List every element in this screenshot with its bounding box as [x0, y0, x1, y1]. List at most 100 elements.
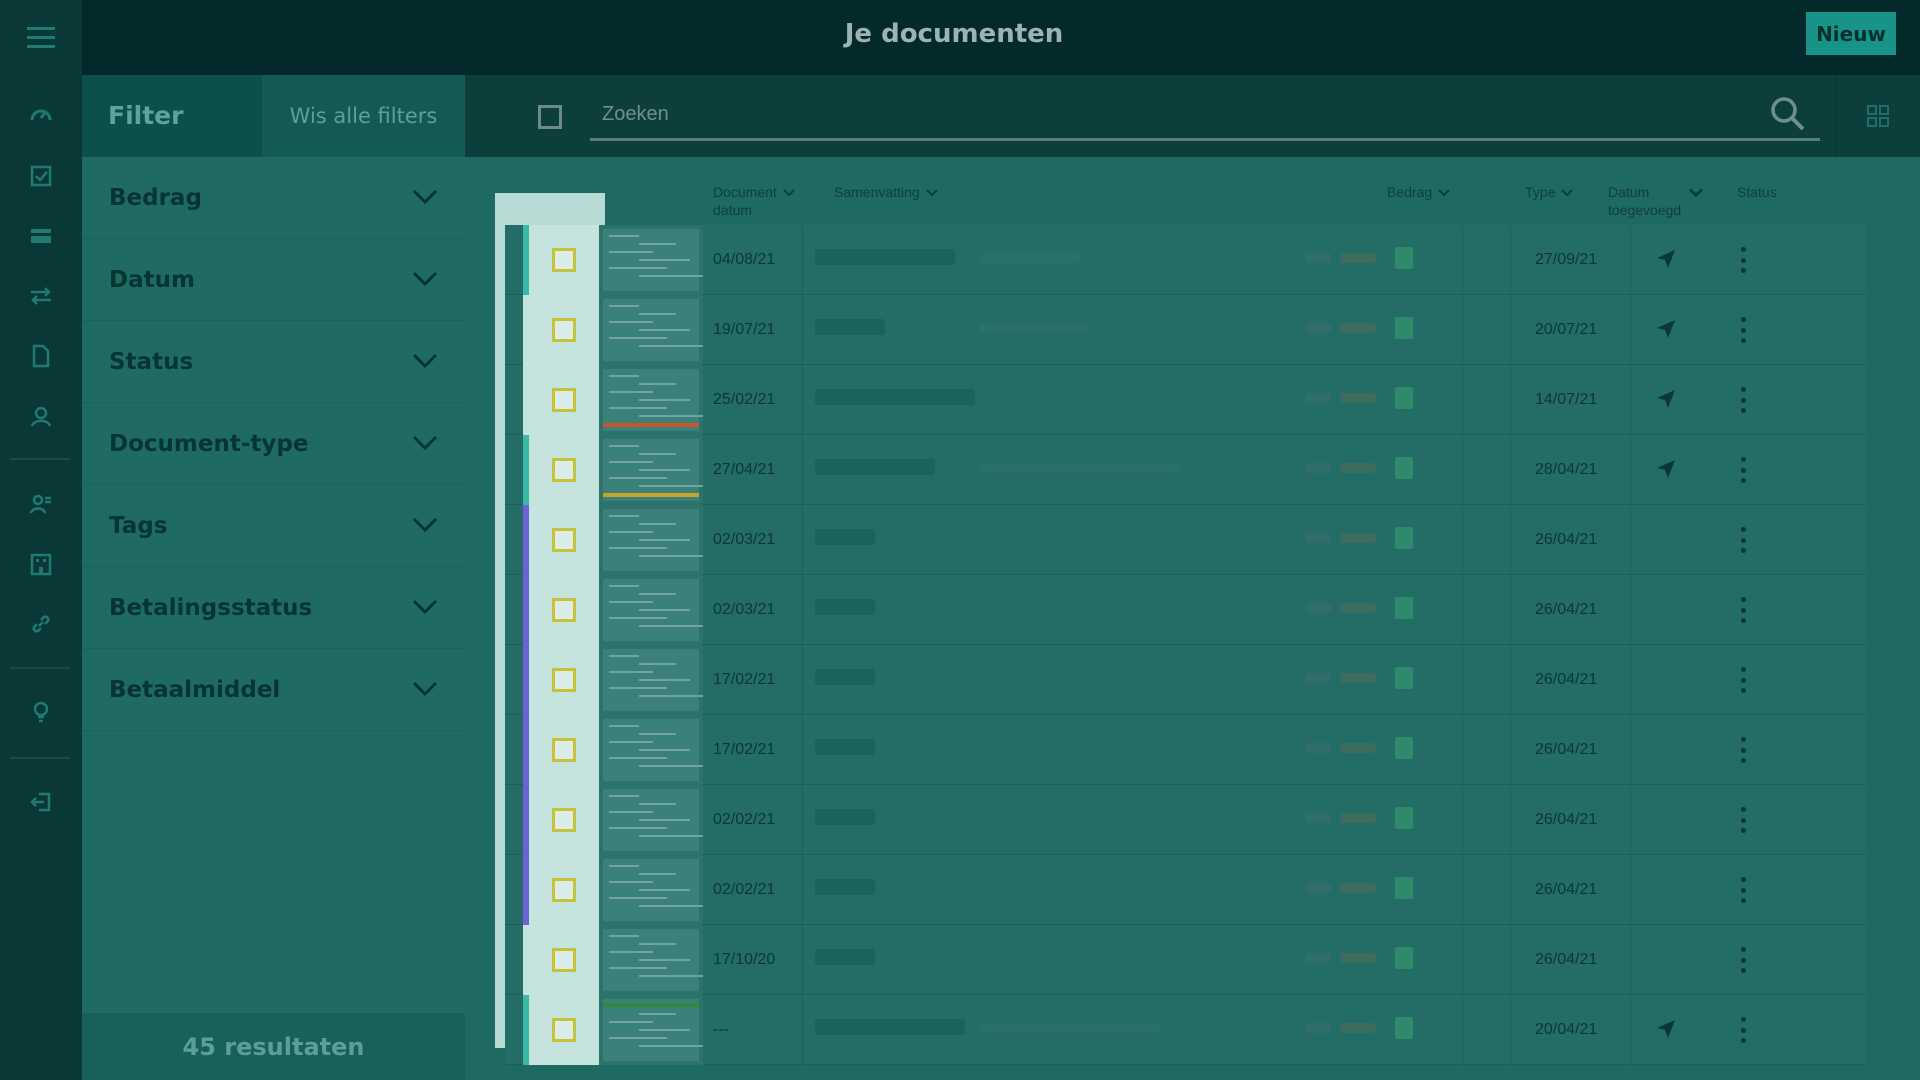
row-checkbox[interactable]	[552, 1018, 576, 1042]
table-row[interactable]: 17/02/21 26/04/21	[505, 715, 1866, 785]
document-thumbnail[interactable]	[599, 435, 703, 505]
amount-redacted	[1305, 743, 1331, 753]
more-options-icon[interactable]	[1733, 667, 1753, 693]
nav-integrations[interactable]	[26, 609, 56, 639]
amount-redacted	[1340, 463, 1376, 473]
thumbnail-color-bar	[603, 423, 699, 427]
column-divider	[1630, 645, 1631, 715]
filter-item-status[interactable]: Status	[82, 321, 465, 403]
table-row[interactable]: 02/03/21 26/04/21	[505, 505, 1866, 575]
nav-users[interactable]	[26, 489, 56, 519]
document-thumbnail[interactable]	[599, 575, 703, 645]
more-options-icon[interactable]	[1733, 947, 1753, 973]
select-all-checkbox[interactable]	[538, 105, 562, 129]
nav-dashboard[interactable]	[26, 100, 56, 130]
column-divider	[1462, 575, 1463, 645]
more-options-icon[interactable]	[1733, 457, 1753, 483]
row-checkbox[interactable]	[552, 318, 576, 342]
more-options-icon[interactable]	[1733, 1017, 1753, 1043]
more-options-icon[interactable]	[1733, 247, 1753, 273]
document-thumbnail[interactable]	[599, 645, 703, 715]
date-added: 28/04/21	[1535, 461, 1598, 478]
thumbnail-line	[639, 555, 703, 557]
more-options-icon[interactable]	[1733, 527, 1753, 553]
amount-redacted	[1340, 743, 1376, 753]
date-added: 26/04/21	[1535, 601, 1598, 618]
more-options-icon[interactable]	[1733, 597, 1753, 623]
table-row[interactable]: 17/02/21 26/04/21	[505, 645, 1866, 715]
search-input[interactable]	[590, 91, 1820, 141]
search-icon[interactable]	[1768, 94, 1808, 134]
row-checkbox[interactable]	[552, 948, 576, 972]
column-divider	[1510, 995, 1511, 1065]
column-divider	[1630, 995, 1631, 1065]
more-options-icon[interactable]	[1733, 317, 1753, 343]
table-row[interactable]: --- 20/04/21	[505, 995, 1866, 1065]
row-checkbox[interactable]	[552, 808, 576, 832]
table-row[interactable]: 02/03/21 26/04/21	[505, 575, 1866, 645]
row-checkbox[interactable]	[552, 248, 576, 272]
row-checkbox[interactable]	[552, 458, 576, 482]
grid-view-button[interactable]	[1835, 75, 1920, 157]
row-checkbox[interactable]	[552, 668, 576, 692]
row-checkbox[interactable]	[552, 878, 576, 902]
date-added: 20/07/21	[1535, 321, 1598, 338]
column-header-status[interactable]: Status	[1737, 183, 1777, 201]
clear-filters-button[interactable]: Wis alle filters	[262, 75, 465, 157]
row-checkbox[interactable]	[552, 388, 576, 412]
nav-tips[interactable]	[26, 697, 56, 727]
column-header-type[interactable]: Type	[1525, 183, 1574, 201]
nav-transfers[interactable]	[26, 281, 56, 311]
nav-documents[interactable]	[26, 341, 56, 371]
filter-item-datum[interactable]: Datum	[82, 239, 465, 321]
document-thumbnail[interactable]	[599, 295, 703, 365]
column-header-document-date[interactable]: Document datum	[713, 183, 795, 219]
row-checkbox[interactable]	[552, 528, 576, 552]
new-document-button[interactable]: Nieuw	[1806, 12, 1896, 55]
nav-tasks[interactable]	[26, 161, 56, 191]
document-thumbnail[interactable]	[599, 365, 703, 435]
document-thumbnail[interactable]	[599, 505, 703, 575]
filter-item-betalingsstatus[interactable]: Betalingsstatus	[82, 567, 465, 649]
filter-item-betaalmiddel[interactable]: Betaalmiddel	[82, 649, 465, 731]
lightbulb-icon	[33, 701, 49, 723]
thumbnail-line	[639, 873, 676, 875]
summary-redacted	[815, 669, 875, 685]
more-options-icon[interactable]	[1733, 807, 1753, 833]
table-row[interactable]: 25/02/21 14/07/21	[505, 365, 1866, 435]
date-added: 26/04/21	[1535, 951, 1598, 968]
table-row[interactable]: 27/04/21 28/04/21	[505, 435, 1866, 505]
thumbnail-line	[609, 585, 639, 587]
column-header-amount[interactable]: Bedrag	[1387, 183, 1450, 201]
document-thumbnail[interactable]	[599, 855, 703, 925]
nav-company[interactable]	[26, 549, 56, 579]
table-row[interactable]: 19/07/21 20/07/21	[505, 295, 1866, 365]
nav-logout[interactable]	[26, 787, 56, 817]
document-thumbnail[interactable]	[599, 225, 703, 295]
row-checkbox[interactable]	[552, 738, 576, 762]
table-row[interactable]: 17/10/20 26/04/21	[505, 925, 1866, 995]
document-thumbnail[interactable]	[599, 785, 703, 855]
more-options-icon[interactable]	[1733, 387, 1753, 413]
filter-item-bedrag[interactable]: Bedrag	[82, 157, 465, 239]
row-checkbox[interactable]	[552, 598, 576, 622]
table-row[interactable]: 02/02/21 26/04/21	[505, 785, 1866, 855]
dot	[1740, 327, 1746, 333]
nav-payments[interactable]	[26, 221, 56, 251]
column-divider	[1630, 435, 1631, 505]
filter-item-document-type[interactable]: Document-type	[82, 403, 465, 485]
document-thumbnail[interactable]	[599, 995, 703, 1065]
document-thumbnail[interactable]	[599, 715, 703, 785]
document-thumbnail[interactable]	[599, 925, 703, 995]
menu-button[interactable]	[0, 0, 82, 75]
filter-item-tags[interactable]: Tags	[82, 485, 465, 567]
more-options-icon[interactable]	[1733, 737, 1753, 763]
column-header-summary[interactable]: Samenvatting	[834, 183, 938, 201]
table-row[interactable]: 04/08/21 27/09/21	[505, 225, 1866, 295]
thumbnail-line	[609, 407, 667, 409]
nav-contacts[interactable]	[26, 401, 56, 431]
table-row[interactable]: 02/02/21 26/04/21	[505, 855, 1866, 925]
dot	[1740, 397, 1746, 403]
column-header-date-added[interactable]: Datum toegevoegd	[1608, 183, 1704, 219]
more-options-icon[interactable]	[1733, 877, 1753, 903]
